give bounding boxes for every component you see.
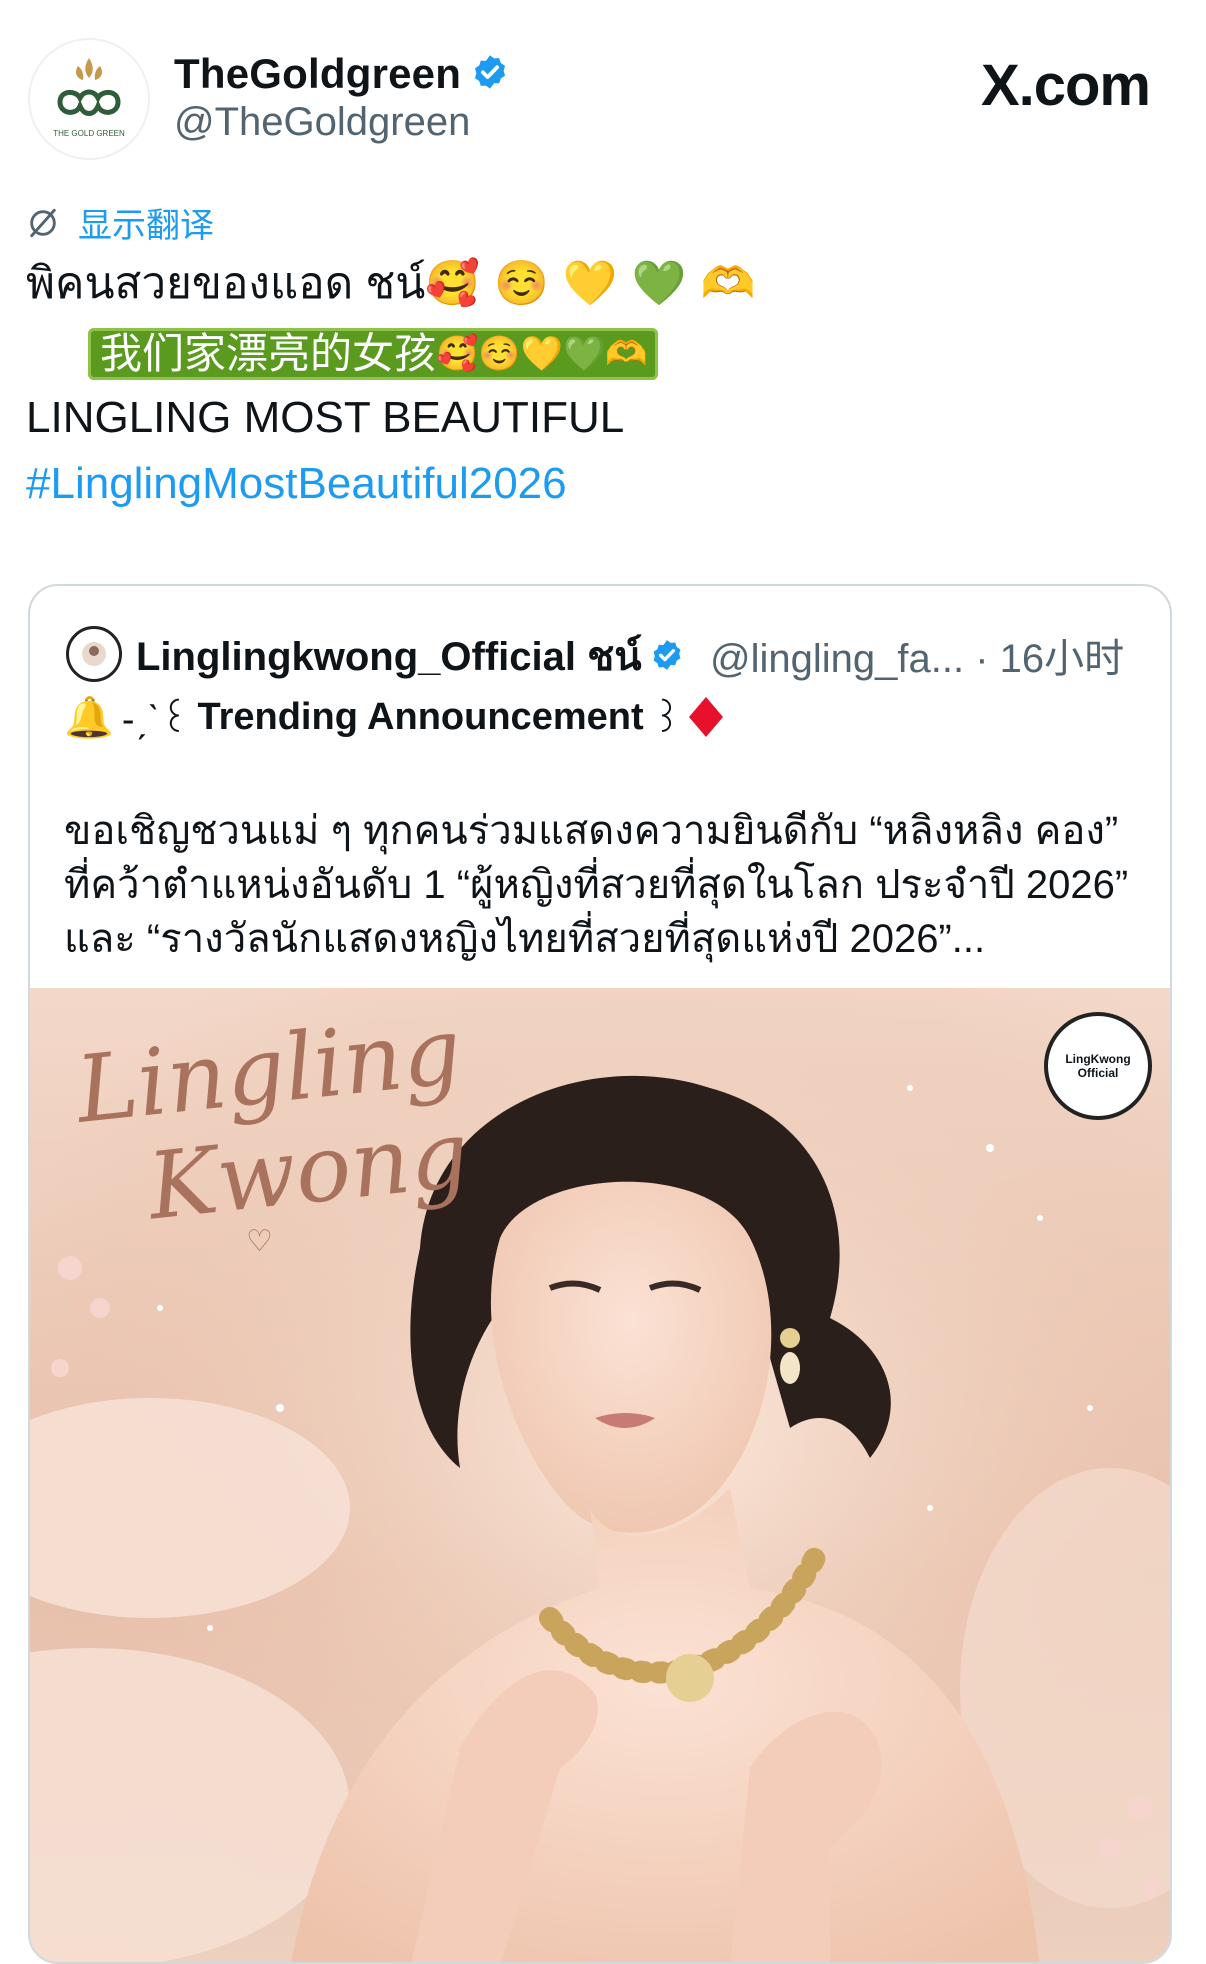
author-name-row: TheGoldgreen: [174, 50, 509, 101]
quoted-announcement-line: 🔔 -ˏˋ꒰ Trending Announcement ꒱: [64, 692, 725, 742]
quoted-author-avatar[interactable]: [66, 626, 122, 682]
post-chinese-highlight: 我们家漂亮的女孩 🥰☺️💛💚🫶: [88, 328, 658, 380]
announce-suffix: ꒱: [651, 699, 682, 741]
image-badge-text: LingKwong Official: [1065, 1052, 1131, 1080]
watermark-text: X.com: [980, 53, 1151, 118]
quoted-post-card[interactable]: Linglingkwong_Official ชน์ @lingling_fa.…: [28, 584, 1172, 1964]
quoted-post-image[interactable]: Lingling Kwong ♡ LingKwong Official: [30, 988, 1170, 1962]
author-handle[interactable]: @TheGoldgreen: [174, 100, 470, 145]
author-avatar[interactable]: THE GOLD GREEN: [28, 38, 150, 160]
quoted-author-handle[interactable]: @lingling_fa...: [710, 637, 964, 681]
x-com-watermark: X.com: [980, 52, 1151, 119]
show-translation-button[interactable]: 显示翻译: [26, 198, 214, 247]
post-thai-text: พิคนสวยของแอด ชน์: [26, 259, 426, 308]
post-chinese-text: 我们家漂亮的女孩: [100, 330, 437, 377]
post-thai-emojis: 🥰 ☺️ 💛 💚 🫶: [425, 258, 756, 309]
quoted-body-text: ขอเชิญชวนแม่ ๆ ทุกคนร่วมแสดงความยินดีกับ…: [64, 809, 1129, 961]
avatar-logo-text: THE GOLD GREEN: [53, 129, 125, 138]
verified-badge-icon: [471, 53, 509, 101]
lingling-official-logo-icon: [82, 642, 106, 666]
post-caps-text: LINGLING MOST BEAUTIFUL: [26, 393, 625, 442]
red-diamond-icon: [689, 697, 724, 737]
translate-icon: [30, 208, 56, 237]
post-chinese-emojis: 🥰☺️💛💚🫶: [436, 334, 648, 374]
post-thai-line: พิคนสวยของแอด ชน์🥰 ☺️ 💛 💚 🫶: [26, 258, 755, 310]
quoted-meta: @lingling_fa... · 16小时: [710, 626, 1124, 684]
quoted-author-name[interactable]: Linglingkwong_Official ชน์: [136, 635, 642, 679]
translate-label: 显示翻译: [78, 207, 214, 245]
quoted-post-time[interactable]: · 16小时: [975, 637, 1124, 681]
author-display-name[interactable]: TheGoldgreen: [174, 50, 461, 97]
announce-prefix: -ˏˋ꒰: [121, 699, 190, 741]
goldgreen-logo-icon: THE GOLD GREEN: [53, 58, 125, 138]
announce-title: Trending Announcement: [197, 695, 644, 738]
quoted-verified-badge-icon: [650, 637, 684, 682]
post-hashtag-link[interactable]: #LinglingMostBeautiful2026: [26, 458, 567, 510]
image-badge: LingKwong Official: [1044, 1012, 1152, 1120]
heart-icon: ♡: [246, 1225, 273, 1258]
bell-icon: 🔔: [64, 694, 114, 741]
quoted-author-name-row: Linglingkwong_Official ชน์: [136, 624, 684, 688]
